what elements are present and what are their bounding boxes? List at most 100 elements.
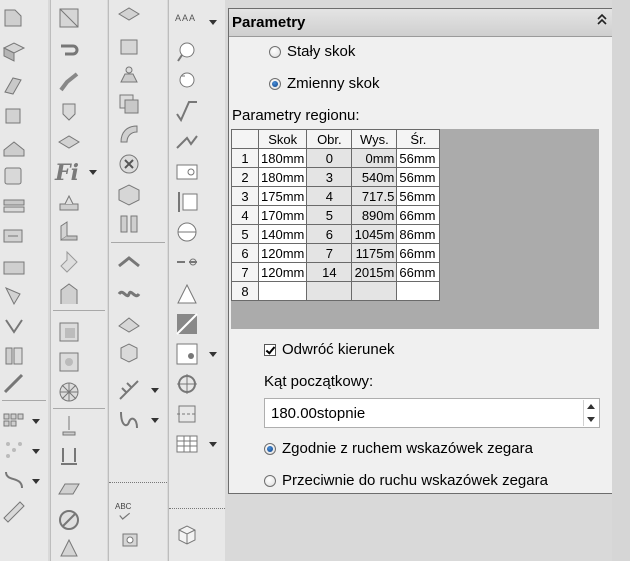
- fi-feature-icon[interactable]: Fi: [55, 160, 89, 186]
- forming-tool-icon[interactable]: [57, 190, 81, 214]
- radio-button[interactable]: [264, 474, 276, 487]
- reverse-direction-checkbox[interactable]: Odwróć kierunek: [264, 341, 395, 358]
- counterclockwise-radio[interactable]: Przeciwnie do ruchu wskazówek zegara: [264, 472, 548, 489]
- geometric-tolerance-icon[interactable]: [175, 250, 199, 274]
- table-row[interactable]: 3 175mm 4 717.5 56mm: [231, 186, 441, 206]
- edge-flange-icon[interactable]: [2, 72, 26, 96]
- offset-surface-icon[interactable]: [117, 92, 141, 116]
- jog-icon[interactable]: [2, 164, 26, 188]
- chevron-down-icon[interactable]: [209, 352, 217, 357]
- start-angle-field[interactable]: [264, 398, 600, 428]
- region-params-grid[interactable]: Skok Obr. Wys. Śr. 1 180mm 0 0mm 56mm 2 180mm 3…: [231, 129, 599, 329]
- collapse-icon[interactable]: [596, 13, 608, 27]
- table-row[interactable]: 4 170mm 5 890m 66mm: [231, 205, 441, 225]
- chevron-down-icon[interactable]: [89, 170, 97, 175]
- text-style-icon[interactable]: AAA: [175, 8, 205, 32]
- spin-down-icon[interactable]: [587, 417, 595, 422]
- variable-pitch-radio[interactable]: Zmienny skok: [269, 75, 380, 92]
- base-flange-icon[interactable]: [2, 40, 26, 64]
- insert-bends-icon[interactable]: [57, 6, 81, 30]
- box-3d-icon[interactable]: [175, 522, 199, 546]
- cell-obr[interactable]: 14: [306, 262, 353, 282]
- start-angle-spinner[interactable]: [583, 400, 598, 426]
- auto-balloon-icon[interactable]: [175, 70, 199, 94]
- center-mark-icon[interactable]: [175, 372, 199, 396]
- vent-icon[interactable]: [2, 372, 26, 396]
- cell-sr[interactable]: [396, 281, 441, 301]
- balloon-icon[interactable]: [175, 40, 199, 64]
- cell-wys[interactable]: 2015m: [351, 262, 398, 282]
- sweep-surface-icon[interactable]: [117, 122, 141, 146]
- cell-obr[interactable]: [306, 281, 353, 301]
- surface-finish-icon[interactable]: [175, 100, 199, 124]
- fill-pattern-icon[interactable]: [2, 438, 26, 462]
- bounding-box-icon[interactable]: [57, 478, 81, 502]
- annotation-style-icon[interactable]: [175, 342, 199, 366]
- point-cloud-icon[interactable]: [117, 378, 141, 402]
- chevron-down-icon[interactable]: [32, 479, 40, 484]
- flatten-icon[interactable]: [57, 100, 81, 124]
- point-icon[interactable]: [57, 414, 81, 438]
- checkbox[interactable]: [264, 343, 276, 356]
- cell-skok[interactable]: 170mm: [257, 205, 308, 225]
- cell-skok[interactable]: 120mm: [257, 262, 308, 282]
- cell-wys[interactable]: 540m: [351, 167, 398, 187]
- chevron-down-icon[interactable]: [151, 388, 159, 393]
- table-row[interactable]: 6 120mm 7 1175m 66mm: [231, 243, 441, 263]
- fold-icon[interactable]: [57, 70, 81, 94]
- planar-surface-icon[interactable]: [117, 34, 141, 58]
- composite-curve-icon[interactable]: [117, 312, 141, 336]
- centerline-icon[interactable]: [175, 402, 199, 426]
- no-entry-icon[interactable]: [57, 508, 81, 532]
- linear-pattern-icon[interactable]: [2, 408, 26, 432]
- cell-wys[interactable]: [351, 281, 398, 301]
- knit-surface-icon[interactable]: [117, 182, 141, 206]
- mate-reference-icon[interactable]: [57, 444, 81, 468]
- cell-wys[interactable]: 890m: [351, 205, 398, 225]
- cell-skok[interactable]: 175mm: [257, 186, 308, 206]
- reference-plane-icon[interactable]: [57, 320, 81, 344]
- table-row[interactable]: 1 180mm 0 0mm 56mm: [231, 148, 441, 168]
- cell-wys[interactable]: 0mm: [351, 148, 398, 168]
- move-face-icon[interactable]: [57, 536, 81, 560]
- cell-skok[interactable]: 140mm: [257, 224, 308, 244]
- weld-symbol-icon[interactable]: [175, 130, 199, 154]
- curve-driven-pattern-icon[interactable]: [2, 468, 26, 492]
- table-row[interactable]: 2 180mm 3 540m 56mm: [231, 167, 441, 187]
- unfold-icon[interactable]: [57, 40, 81, 64]
- helix-solid-icon[interactable]: [117, 340, 141, 364]
- cell-wys[interactable]: 1175m: [351, 243, 398, 263]
- chevron-down-icon[interactable]: [209, 20, 217, 25]
- cell-sr[interactable]: 66mm: [396, 262, 441, 282]
- surface-icon[interactable]: [117, 4, 141, 28]
- table-row[interactable]: 7 120mm 14 2015m 66mm: [231, 262, 441, 282]
- cell-sr[interactable]: 66mm: [396, 243, 441, 263]
- closed-corner-icon[interactable]: [2, 256, 26, 280]
- cell-sr[interactable]: 86mm: [396, 224, 441, 244]
- split-line-icon[interactable]: [117, 252, 141, 276]
- cell-sr[interactable]: 56mm: [396, 186, 441, 206]
- sheet-metal-icon[interactable]: [2, 6, 26, 30]
- radio-button[interactable]: [269, 77, 281, 90]
- clockwise-radio[interactable]: Zgodnie z ruchem wskazówek zegara: [264, 440, 533, 457]
- start-angle-input[interactable]: [265, 399, 571, 427]
- delete-face-icon[interactable]: [117, 152, 141, 176]
- datum-target-icon[interactable]: [175, 220, 199, 244]
- panel-header[interactable]: Parametry: [229, 9, 612, 37]
- triangle-datum-icon[interactable]: [175, 282, 199, 306]
- thicken-icon[interactable]: [117, 212, 141, 236]
- cell-sr[interactable]: 56mm: [396, 148, 441, 168]
- cell-obr[interactable]: 4: [306, 186, 353, 206]
- column-header-sr[interactable]: Śr.: [396, 129, 441, 149]
- no-bends-icon[interactable]: [57, 130, 81, 154]
- chevron-down-icon[interactable]: [32, 449, 40, 454]
- spell-check-icon[interactable]: ABC: [115, 496, 149, 520]
- fixed-pitch-radio[interactable]: Stały skok: [269, 43, 355, 60]
- sketched-bend-icon[interactable]: [2, 194, 26, 218]
- column-header-obr[interactable]: Obr.: [306, 129, 353, 149]
- rip-icon[interactable]: [2, 344, 26, 368]
- cell-obr[interactable]: 7: [306, 243, 353, 263]
- projected-curve-icon[interactable]: [117, 282, 141, 306]
- radio-button[interactable]: [264, 442, 276, 455]
- cell-skok[interactable]: [257, 281, 308, 301]
